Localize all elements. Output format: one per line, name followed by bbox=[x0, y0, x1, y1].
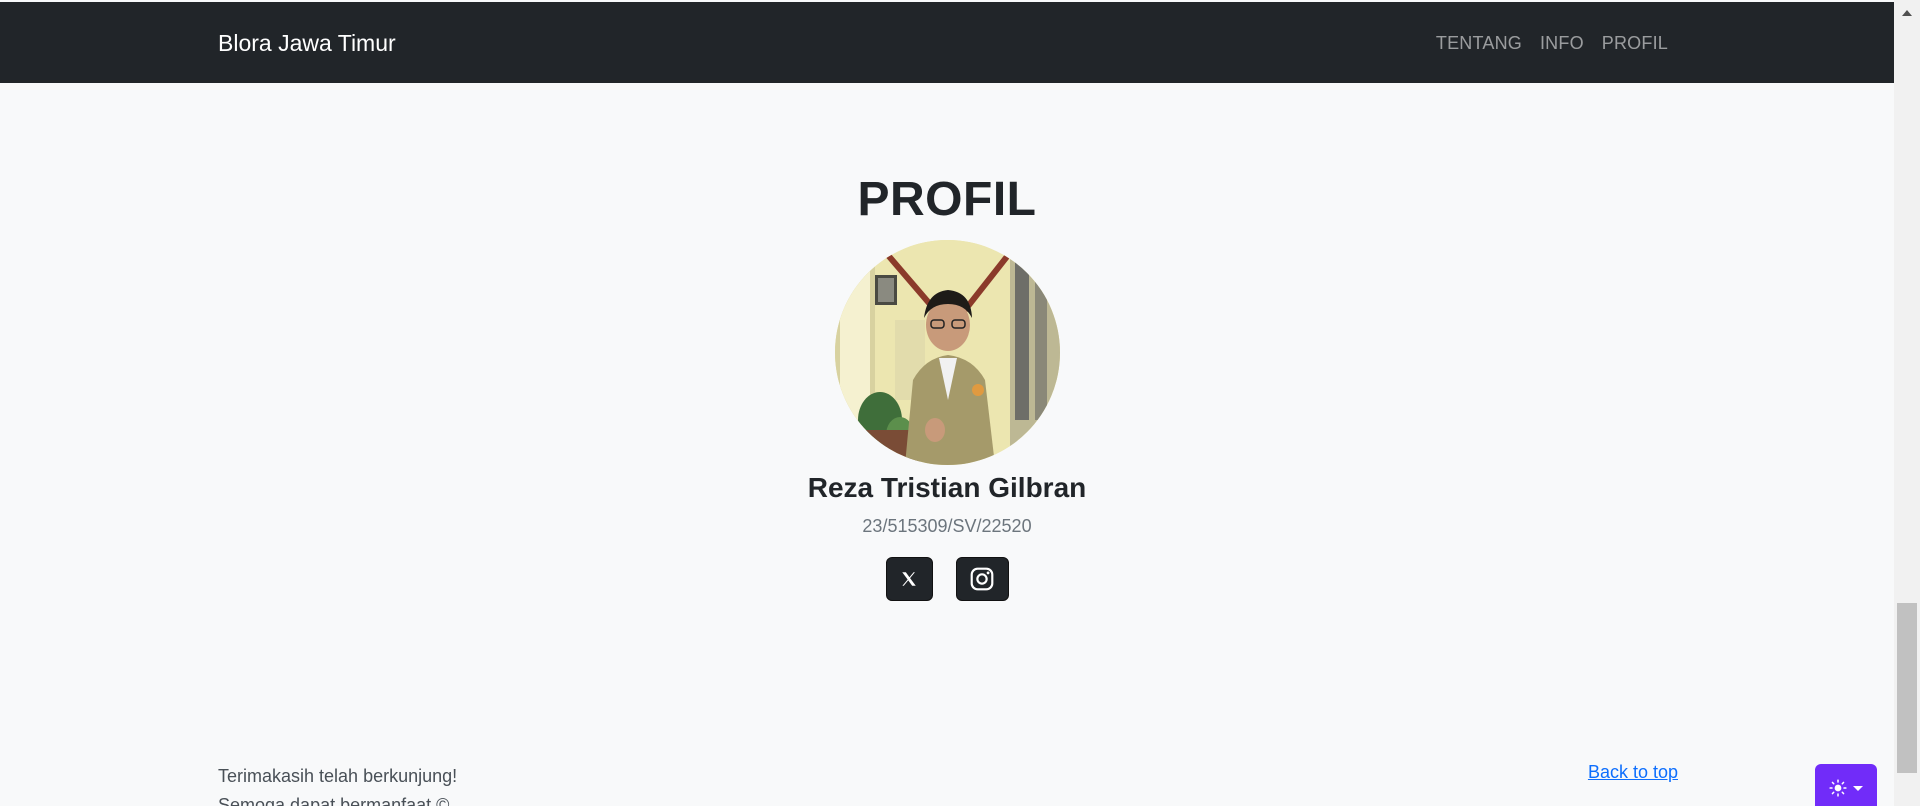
avatar bbox=[834, 240, 1060, 465]
nav-link-tentang[interactable]: TENTANG bbox=[1436, 33, 1522, 54]
navbar: Blora Jawa Timur TENTANG INFO PROFIL bbox=[0, 2, 1894, 83]
vertical-scrollbar[interactable] bbox=[1894, 0, 1920, 806]
scrollbar-thumb[interactable] bbox=[1897, 603, 1917, 773]
x-twitter-button[interactable] bbox=[885, 557, 933, 601]
back-to-top-link[interactable]: Back to top bbox=[1588, 762, 1678, 783]
instagram-icon bbox=[970, 567, 994, 591]
footer-text: Terimakasih telah berkunjung! Semoga dap… bbox=[218, 762, 457, 806]
profile-photo bbox=[834, 240, 1060, 465]
nav-link-info[interactable]: INFO bbox=[1540, 33, 1584, 54]
profile-nim: 23/515309/SV/22520 bbox=[862, 516, 1032, 536]
profile-section: PROFIL Reza Tristian Gilbran 23/515309/S… bbox=[0, 170, 1894, 601]
nav-link-profil[interactable]: PROFIL bbox=[1602, 33, 1668, 54]
nav-links: TENTANG INFO PROFIL bbox=[1436, 33, 1668, 54]
page-title: PROFIL bbox=[857, 173, 1037, 226]
scroll-up-arrow-icon[interactable] bbox=[1894, 0, 1920, 26]
social-links bbox=[885, 557, 1009, 601]
sun-icon bbox=[1829, 779, 1847, 797]
footer-thanks: Terimakasih telah berkunjung! bbox=[218, 766, 458, 786]
instagram-button[interactable] bbox=[955, 557, 1009, 601]
footer-note: Semoga dapat bermanfaat © bbox=[218, 795, 450, 806]
profile-name: Reza Tristian Gilbran bbox=[807, 472, 1087, 503]
x-twitter-icon bbox=[902, 572, 916, 586]
chevron-down-icon bbox=[1853, 785, 1863, 791]
navbar-brand[interactable]: Blora Jawa Timur bbox=[218, 30, 396, 57]
theme-toggle-button[interactable] bbox=[1815, 764, 1877, 806]
page: Blora Jawa Timur TENTANG INFO PROFIL PRO… bbox=[0, 0, 1920, 806]
